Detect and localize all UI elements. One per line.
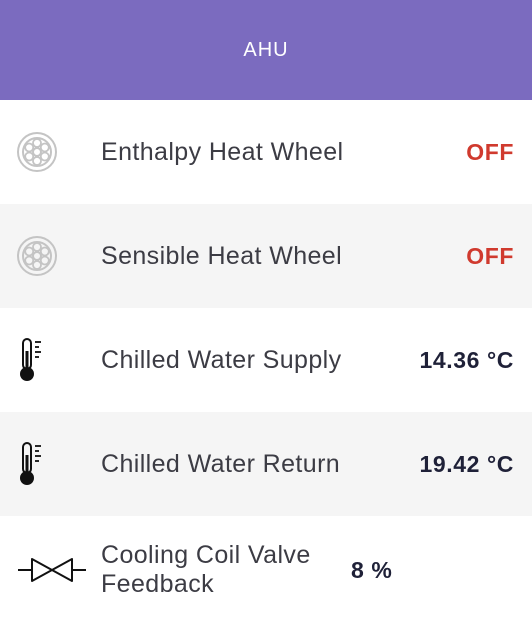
heat-wheel-icon: [0, 235, 101, 277]
list-item-sensible-heat-wheel[interactable]: Sensible Heat Wheel OFF: [0, 204, 532, 308]
point-label: Chilled Water Supply: [101, 345, 342, 374]
point-label: Sensible Heat Wheel: [101, 241, 343, 270]
point-label: Enthalpy Heat Wheel: [101, 137, 344, 166]
list-item-cooling-coil-valve-feedback[interactable]: Cooling Coil Valve Feedback 8 %: [0, 516, 532, 624]
thermometer-icon: [0, 337, 101, 383]
point-value: OFF: [466, 138, 514, 165]
point-label: Cooling Coil Valve Feedback: [101, 541, 311, 598]
point-value: OFF: [466, 242, 514, 269]
heat-wheel-icon: [0, 131, 101, 173]
valve-icon: [0, 555, 101, 585]
page-title: AHU: [243, 38, 289, 61]
list-item-chilled-water-return[interactable]: Chilled Water Return 19.42 °C: [0, 412, 532, 516]
point-label: Chilled Water Return: [101, 449, 341, 478]
point-value: 19.42 °C: [419, 450, 514, 477]
thermometer-icon: [0, 441, 101, 487]
list-item-enthalpy-heat-wheel[interactable]: Enthalpy Heat Wheel OFF: [0, 100, 532, 204]
list-item-chilled-water-supply[interactable]: Chilled Water Supply 14.36 °C: [0, 308, 532, 412]
point-list: Enthalpy Heat Wheel OFF Sensible Heat Wh…: [0, 100, 532, 624]
point-value: 14.36 °C: [419, 346, 514, 373]
app-header: AHU: [0, 0, 532, 100]
point-value: 8 %: [351, 556, 393, 583]
